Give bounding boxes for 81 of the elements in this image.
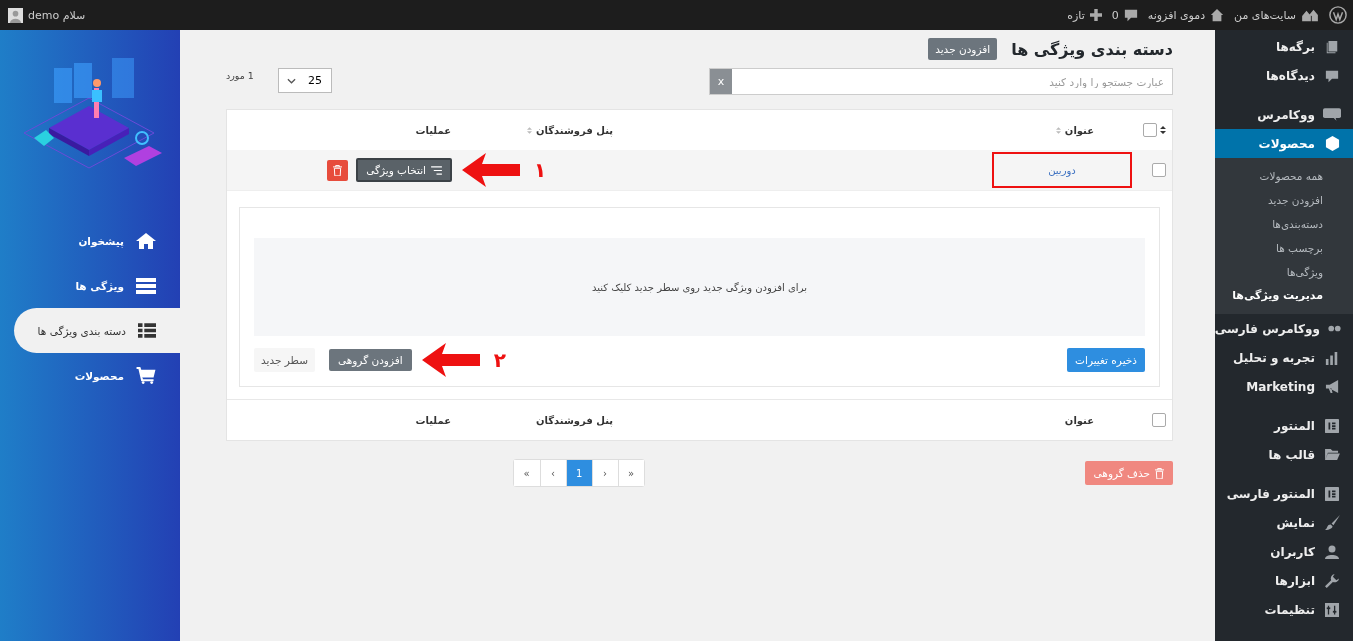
- nav-item[interactable]: پیشخوان: [0, 218, 180, 263]
- home-icon[interactable]: [1210, 8, 1225, 22]
- houses-icon[interactable]: [1301, 8, 1319, 22]
- nav-item[interactable]: ویژگی ها: [0, 263, 180, 308]
- sort-icon[interactable]: [1160, 126, 1166, 134]
- column-header[interactable]: پنل فروشندگان: [535, 124, 613, 136]
- menu-item[interactable]: برگه‌ها: [1215, 32, 1353, 61]
- list-rows-icon: [136, 277, 156, 294]
- quote-icon: [1328, 324, 1341, 333]
- wrench-icon: [1325, 573, 1339, 588]
- submenu-item[interactable]: برچسب ها: [1215, 236, 1353, 260]
- plus-icon[interactable]: [1089, 9, 1102, 21]
- bar-chart-icon: [1325, 350, 1339, 365]
- arrow-icon: [462, 153, 520, 187]
- column-header[interactable]: عنوان: [1064, 124, 1094, 136]
- cart-icon: [136, 367, 156, 384]
- menu-item[interactable]: المنتور فارسی: [1215, 479, 1353, 508]
- bulk-add-button[interactable]: افزودن گروهی: [329, 349, 412, 371]
- admin-bar-link[interactable]: تازه: [1067, 8, 1085, 22]
- title-link[interactable]: دوربین: [1048, 164, 1076, 176]
- new-row-button[interactable]: سطر جدید: [254, 348, 315, 372]
- menu-item[interactable]: نمایش: [1215, 508, 1353, 537]
- home-icon: [136, 232, 156, 249]
- menu-item[interactable]: قالب ها: [1215, 440, 1353, 469]
- menu-item[interactable]: ابزارها: [1215, 566, 1353, 595]
- select-attribute-button[interactable]: انتخاب ویژگی: [356, 158, 452, 182]
- page-title: دسته بندی ویژگی ها: [1011, 39, 1173, 59]
- greeting-link[interactable]: سلام demo: [28, 8, 86, 22]
- menu-item[interactable]: المنتور: [1215, 411, 1353, 440]
- comment-icon[interactable]: [1123, 8, 1138, 22]
- submenu-item[interactable]: دسته‌بندی‌ها: [1215, 212, 1353, 236]
- menu-item[interactable]: ووکامرس: [1215, 100, 1353, 129]
- paintbrush-icon: [1324, 515, 1340, 530]
- chevron-down-icon: [286, 77, 296, 84]
- submenu-item[interactable]: ویژگی‌ها: [1215, 260, 1353, 284]
- nav-item[interactable]: محصولات: [0, 353, 180, 398]
- menu-item[interactable]: دیدگاه‌ها: [1215, 61, 1353, 90]
- admin-bar-link[interactable]: سایت‌های من: [1234, 8, 1296, 22]
- column-header[interactable]: پنل فروشندگان: [535, 414, 613, 426]
- checkbox[interactable]: [1152, 413, 1166, 427]
- admin-bar-link[interactable]: 0: [1111, 8, 1119, 22]
- trash-icon: [333, 164, 343, 176]
- arrow-icon: [421, 343, 480, 377]
- empty-message: برای افزودن ویژگی جدید روی سطر جدید کلیک کنید: [592, 281, 807, 293]
- checkbox[interactable]: [1152, 163, 1166, 177]
- annotation-number: ۲: [493, 348, 506, 372]
- list-icon: [138, 323, 156, 338]
- menu-item[interactable]: Marketing: [1215, 372, 1353, 401]
- nav-item[interactable]: دسته بندی ویژگی ها: [14, 308, 180, 353]
- cube-icon: [1324, 136, 1340, 151]
- submenu-item[interactable]: همه محصولات: [1215, 164, 1353, 188]
- lines-icon: [431, 165, 442, 175]
- checkbox[interactable]: [1143, 123, 1157, 137]
- shop-bubble-icon: [1323, 108, 1341, 121]
- elementor-icon: [1325, 486, 1339, 501]
- per-page-select[interactable]: 25: [277, 68, 332, 93]
- avatar-icon[interactable]: [8, 7, 23, 23]
- user-icon: [1325, 544, 1339, 559]
- folder-icon: [1324, 448, 1340, 461]
- wordpress-logo-icon[interactable]: [1329, 6, 1347, 24]
- admin-bar-link[interactable]: دموی افزونه: [1147, 8, 1206, 22]
- comment-icon: [1325, 68, 1339, 83]
- add-new-button[interactable]: افزودن جدید: [928, 38, 998, 60]
- submenu-item[interactable]: افزودن جدید: [1215, 188, 1353, 212]
- megaphone-icon: [1324, 379, 1340, 394]
- item-count: 1 مورد: [226, 70, 254, 81]
- annotation-number: ۱: [534, 158, 547, 182]
- delete-button[interactable]: [327, 159, 349, 181]
- page-button[interactable]: »: [617, 460, 644, 486]
- column-header[interactable]: عنوان: [1064, 414, 1094, 426]
- column-header[interactable]: عملیات: [415, 414, 451, 426]
- menu-item[interactable]: تجربه و تحلیل: [1215, 343, 1353, 372]
- sliders-icon: [1325, 602, 1339, 617]
- menu-item[interactable]: ووکامرس فارسی: [1215, 314, 1353, 343]
- pages-icon: [1325, 39, 1339, 54]
- menu-item[interactable]: تنظیمات: [1215, 595, 1353, 624]
- column-header[interactable]: عملیات: [415, 124, 451, 136]
- trash-icon: [1155, 467, 1164, 479]
- elementor-icon: [1325, 418, 1339, 433]
- submenu-item[interactable]: مدیریت ویژگی‌ها: [1215, 284, 1353, 308]
- menu-item[interactable]: کاربران: [1215, 537, 1353, 566]
